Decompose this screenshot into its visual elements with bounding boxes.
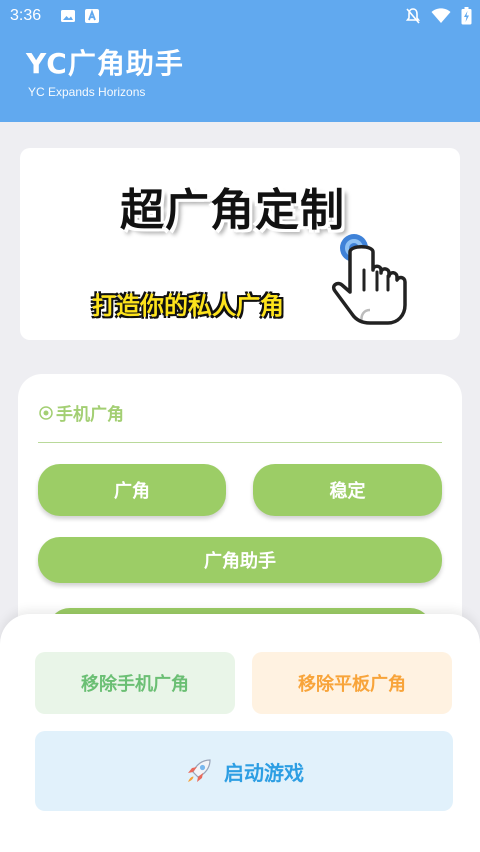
banner-tagline: 打造你的私人广角 [92, 292, 284, 320]
promo-banner: 超广角定制 打造你的私人广角 [20, 148, 460, 340]
app-title: YC广角助手 [26, 47, 184, 80]
remove-phone-wide-button[interactable]: 移除手机广角 [35, 652, 235, 714]
section-label: 手机广角 [56, 405, 124, 425]
section-header: 手机广角 [38, 400, 124, 425]
app-subtitle: YC Expands Horizons [28, 85, 146, 99]
stable-button[interactable]: 稳定 [253, 464, 442, 516]
launch-game-button[interactable]: 启动游戏 [35, 731, 453, 811]
app-bar: YC广角助手 YC Expands Horizons [0, 34, 480, 122]
launch-game-label: 启动游戏 [224, 760, 304, 785]
tap-hand-icon [331, 234, 407, 325]
wifi-icon [431, 8, 451, 23]
app-a-icon [85, 9, 99, 23]
remove-tablet-wide-button[interactable]: 移除平板广角 [252, 652, 452, 714]
mute-icon [405, 8, 421, 24]
banner-headline: 超广角定制 [120, 185, 345, 236]
radio-circle-icon [39, 405, 53, 420]
wide-angle-button[interactable]: 广角 [38, 464, 226, 516]
status-bar: 3:36 [0, 0, 480, 34]
rocket-icon [188, 759, 211, 782]
status-time: 3:36 [10, 7, 42, 24]
bottom-sheet: 移除手机广角 移除平板广角 启动游戏 [0, 614, 480, 852]
wide-assistant-button[interactable]: 广角助手 [38, 537, 442, 583]
section-divider [38, 442, 442, 443]
image-icon [61, 10, 75, 22]
battery-icon [461, 7, 472, 25]
